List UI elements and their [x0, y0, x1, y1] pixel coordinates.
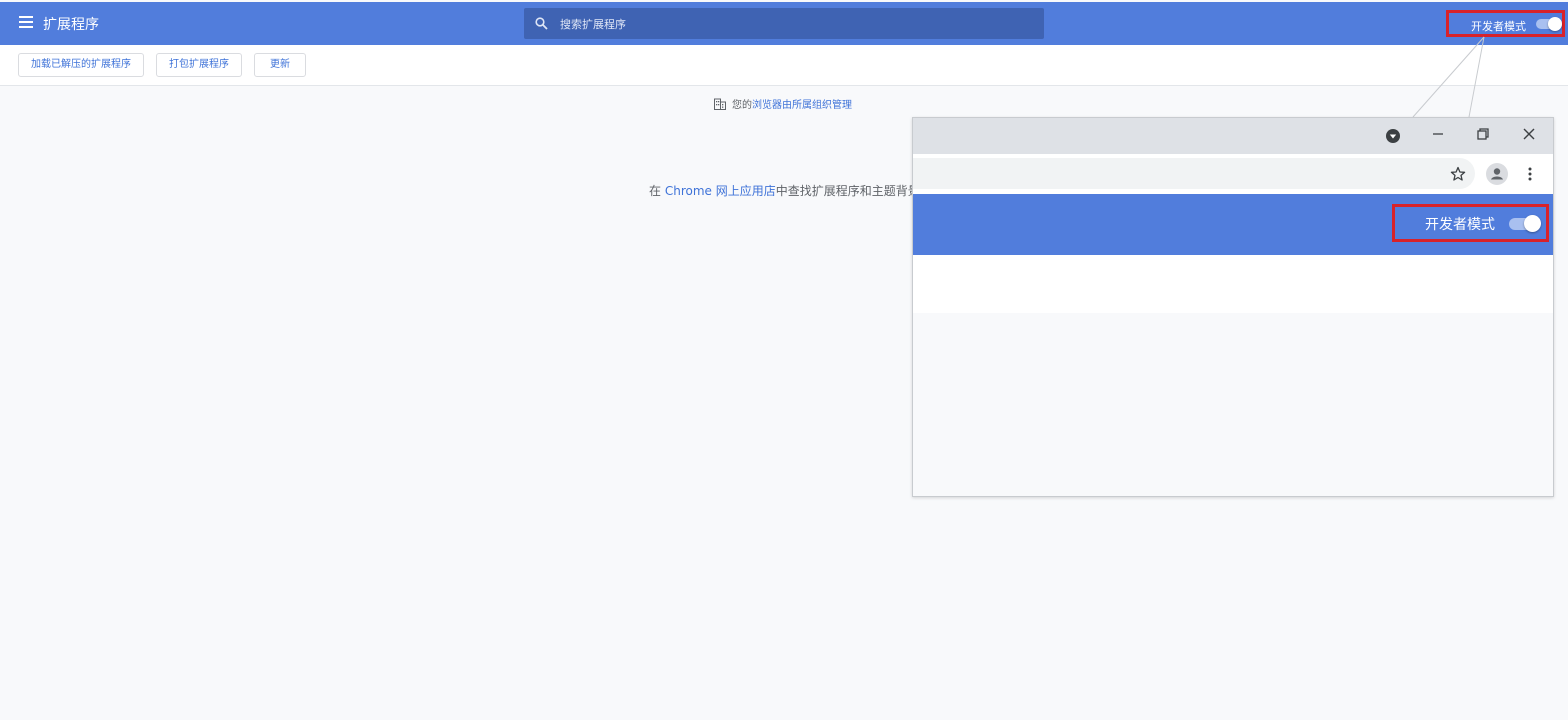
zoomed-inset: 开发者模式: [912, 117, 1554, 497]
minimize-icon[interactable]: [1430, 126, 1446, 142]
account-icon[interactable]: [1486, 163, 1508, 185]
inset-developer-mode-label: 开发者模式: [1425, 217, 1495, 233]
profile-dropdown-icon[interactable]: [1385, 128, 1401, 144]
restore-icon[interactable]: [1475, 126, 1491, 142]
inset-developer-mode-highlight: 开发者模式: [1392, 204, 1549, 242]
toggle-knob: [1524, 215, 1541, 232]
omnibox[interactable]: [913, 158, 1475, 189]
inset-toolbar-area: [913, 255, 1553, 314]
star-icon[interactable]: [1450, 166, 1466, 182]
close-icon[interactable]: [1521, 126, 1537, 142]
inset-developer-mode-toggle[interactable]: [1509, 215, 1541, 232]
inset-extensions-header: 开发者模式: [913, 194, 1553, 255]
more-vert-icon[interactable]: [1522, 166, 1538, 182]
omnibox-row: [913, 154, 1553, 194]
window-titlebar: [913, 118, 1553, 154]
inset-content-area: [913, 313, 1553, 496]
